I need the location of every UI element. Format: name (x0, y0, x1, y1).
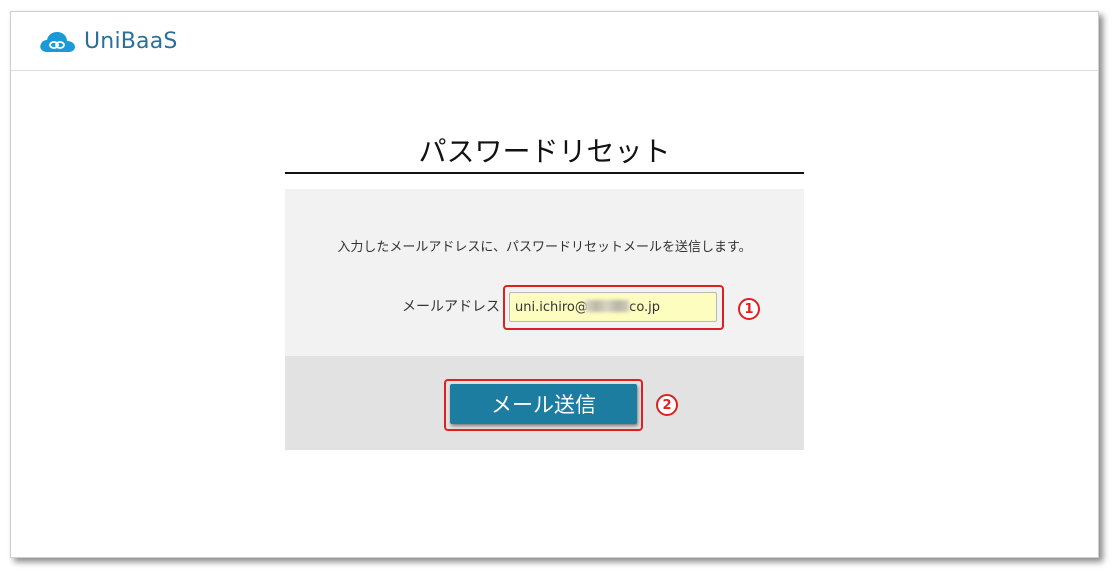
send-mail-button[interactable]: メール送信 (450, 384, 637, 424)
logo-text: UniBaaS (84, 29, 178, 54)
form-description: 入力したメールアドレスに、パスワードリセットメールを送信します。 (337, 240, 752, 255)
step-marker-1: 1 (738, 298, 760, 320)
logo[interactable]: UniBaaS (38, 29, 178, 54)
app-header: UniBaaS (11, 12, 1098, 71)
email-label: メールアドレス (402, 299, 500, 315)
step-marker-2: 2 (656, 394, 678, 416)
cloud-link-icon (40, 31, 75, 52)
form-panel (285, 189, 804, 356)
title-divider (285, 172, 804, 174)
highlight-email (503, 285, 724, 330)
page-title: パスワードリセット (418, 135, 671, 168)
